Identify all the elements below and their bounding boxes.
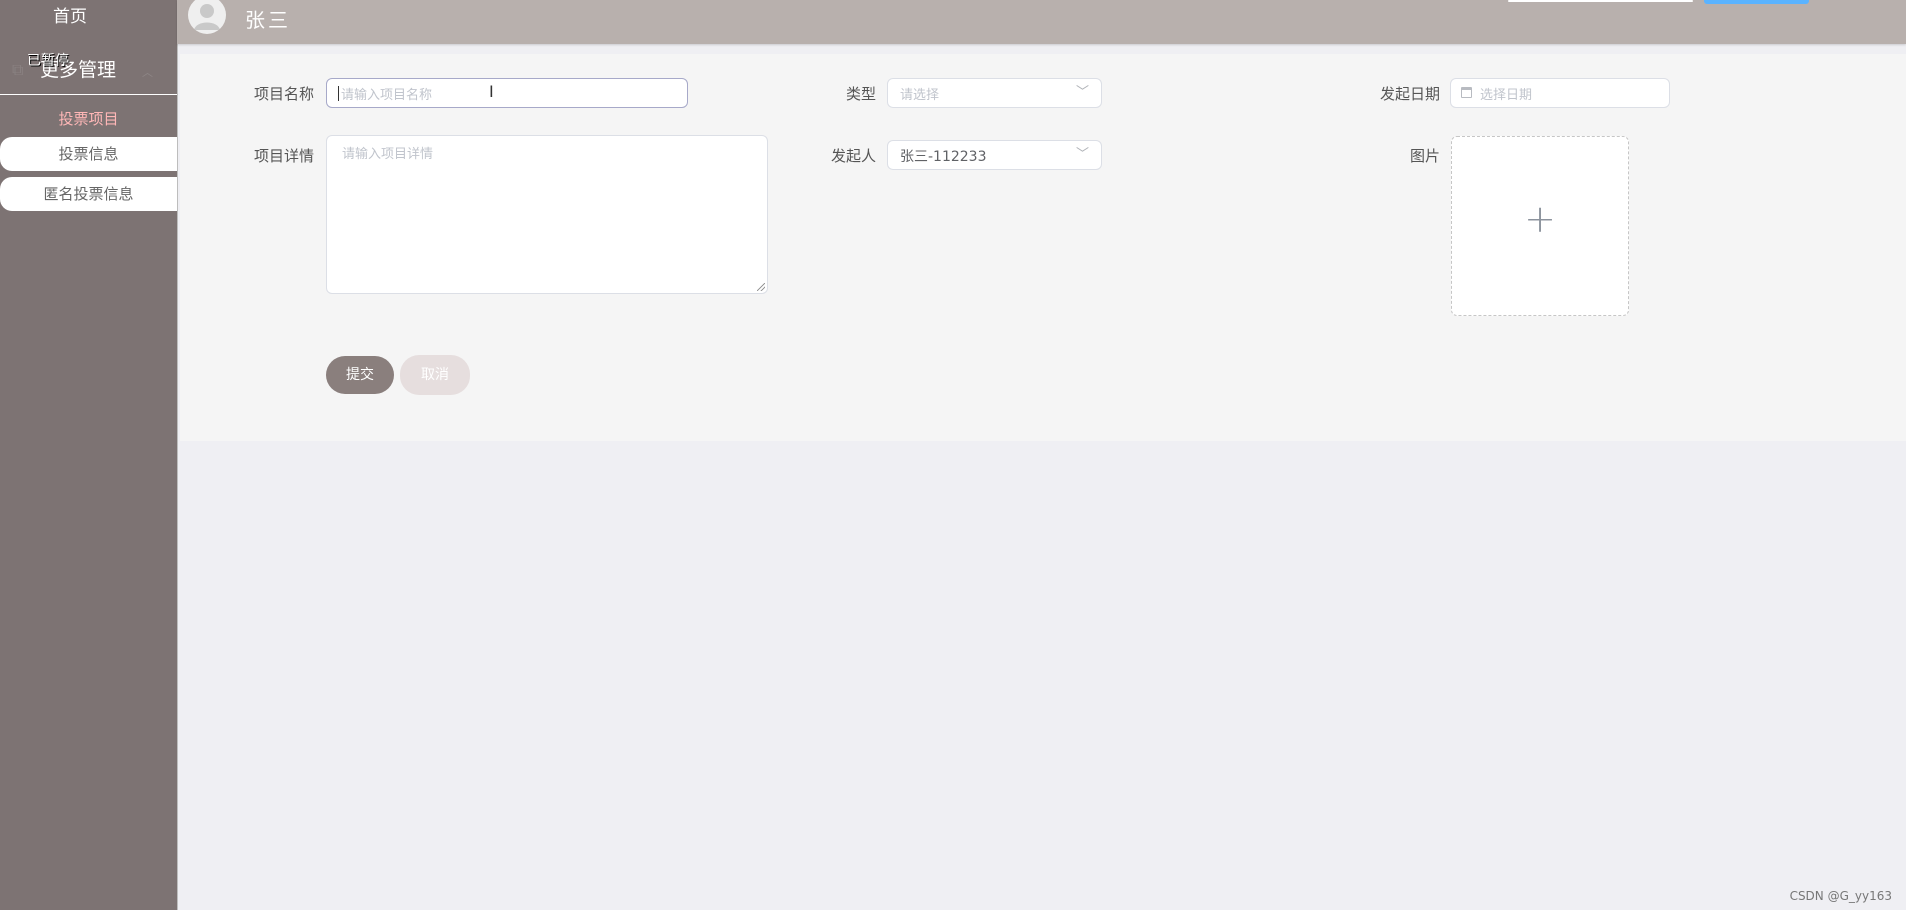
- chevron-up-icon: ︿: [142, 66, 153, 79]
- start-date-label: 发起日期: [1379, 85, 1440, 103]
- user-avatar-icon: [194, 4, 220, 30]
- watermark: CSDN @G_yy163: [1789, 889, 1892, 903]
- sidebar: 首页 ⧉ 更多管理 已暂停 ︿ 投票项目 投票信息 匿名投票信息: [0, 0, 178, 910]
- date-placeholder: 选择日期: [1480, 88, 1533, 103]
- menu-divider: [0, 94, 177, 95]
- project-detail-textarea[interactable]: 请输入项目详情: [326, 135, 768, 294]
- user-name: 张三: [245, 8, 291, 32]
- start-date-picker[interactable]: 选择日期: [1450, 78, 1670, 108]
- project-name-input[interactable]: 请输入项目名称: [326, 78, 688, 108]
- type-placeholder: 请选择: [900, 88, 940, 103]
- menu-item-vote-projects[interactable]: 投票项目: [0, 106, 177, 132]
- submit-button[interactable]: 提交: [326, 356, 394, 394]
- type-label: 类型: [845, 85, 876, 103]
- initiator-select[interactable]: 张三-112233 ﹀: [887, 140, 1102, 170]
- paused-overlay-label: 已暂停: [27, 53, 69, 69]
- menu-group-more-management[interactable]: ⧉ 更多管理 已暂停 ︿: [0, 50, 177, 94]
- cancel-button[interactable]: 取消: [400, 355, 470, 395]
- i-beam-cursor-icon: I: [489, 82, 494, 101]
- text-caret: [338, 86, 339, 101]
- header-decoration-bar: [1508, 0, 1693, 2]
- avatar[interactable]: [188, 0, 226, 34]
- resize-grip-icon[interactable]: [757, 283, 765, 291]
- menu-item-vote-info[interactable]: 投票信息: [0, 137, 177, 171]
- initiator-value: 张三-112233: [900, 149, 987, 165]
- project-detail-placeholder: 请输入项目详情: [342, 147, 434, 162]
- menu-item-anonymous-vote-info[interactable]: 匿名投票信息: [0, 177, 177, 211]
- header-decoration-tab: [1704, 0, 1809, 4]
- chevron-down-icon: ﹀: [1075, 147, 1089, 162]
- chevron-down-icon: ﹀: [1075, 85, 1089, 100]
- image-upload[interactable]: +: [1451, 136, 1629, 316]
- initiator-label: 发起人: [830, 147, 876, 165]
- project-detail-label: 项目详情: [253, 147, 314, 165]
- type-select[interactable]: 请选择 ﹀: [887, 78, 1102, 108]
- project-name-placeholder: 请输入项目名称: [341, 88, 433, 103]
- project-name-label: 项目名称: [253, 85, 314, 103]
- menu-item-home[interactable]: 首页: [0, 2, 140, 27]
- image-label: 图片: [1409, 147, 1440, 165]
- top-header: 张三: [177, 0, 1906, 44]
- plus-icon: +: [1524, 197, 1556, 241]
- calendar-icon: [1461, 87, 1472, 98]
